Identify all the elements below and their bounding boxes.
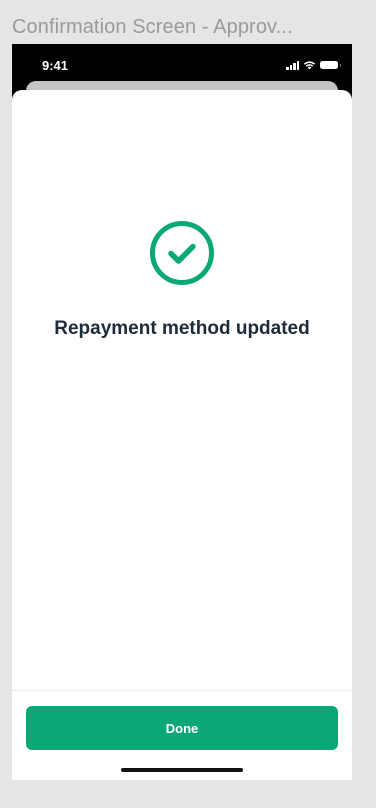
- footer-divider: [12, 690, 352, 691]
- battery-icon: [320, 61, 341, 69]
- wifi-icon: [303, 61, 316, 70]
- phone-screen: 9:41 Repayment method updated Done: [12, 44, 352, 780]
- frame-title: Confirmation Screen - Approv...: [12, 16, 293, 38]
- check-circle-icon: [150, 221, 214, 285]
- status-icons: [286, 60, 341, 70]
- home-indicator: [121, 768, 243, 772]
- done-button[interactable]: Done: [26, 706, 338, 750]
- signal-icon: [286, 60, 299, 70]
- status-time: 9:41: [42, 58, 69, 73]
- confirmation-message: Repayment method updated: [54, 318, 310, 339]
- confirmation-sheet: Repayment method updated Done: [12, 90, 352, 780]
